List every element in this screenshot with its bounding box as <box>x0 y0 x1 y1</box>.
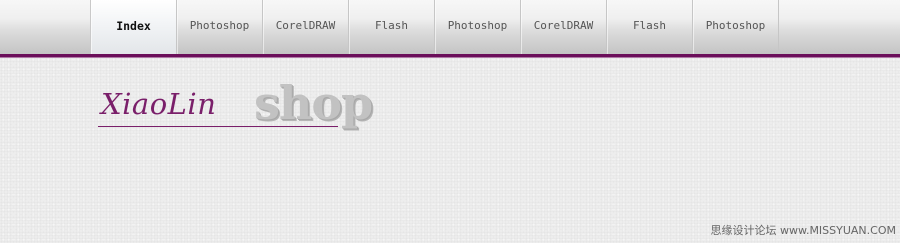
logo-underline <box>98 126 338 127</box>
logo-script-text: XiaoLin <box>101 87 217 121</box>
nav-item-flash-2[interactable]: Flash <box>607 0 693 54</box>
nav-item-label: Flash <box>374 19 409 32</box>
nav-menu: Index Photoshop CorelDRAW Flash Photosho… <box>90 0 779 54</box>
nav-item-label: Flash <box>632 19 667 32</box>
nav-item-flash[interactable]: Flash <box>349 0 435 54</box>
nav-item-label: Photoshop <box>189 19 250 32</box>
nav-item-label: CorelDRAW <box>275 19 336 32</box>
nav-item-label: Photoshop <box>705 19 766 32</box>
nav-item-photoshop-3[interactable]: Photoshop <box>693 0 779 54</box>
nav-item-photoshop-2[interactable]: Photoshop <box>435 0 521 54</box>
nav-item-photoshop[interactable]: Photoshop <box>177 0 263 54</box>
nav-item-label: CorelDRAW <box>533 19 594 32</box>
nav-item-label: Photoshop <box>447 19 508 32</box>
watermark: 思缘设计论坛 www.MISSYUAN.COM <box>710 224 896 237</box>
nav-divider-line <box>0 54 900 58</box>
nav-item-coreldraw[interactable]: CorelDRAW <box>263 0 349 54</box>
nav-item-label: Index <box>116 18 151 33</box>
site-logo[interactable]: XiaoLin shop <box>98 76 388 134</box>
top-navigation-bar: Index Photoshop CorelDRAW Flash Photosho… <box>0 0 900 54</box>
nav-item-index[interactable]: Index <box>91 0 177 54</box>
logo-shop-text: shop <box>254 76 373 130</box>
nav-item-coreldraw-2[interactable]: CorelDRAW <box>521 0 607 54</box>
